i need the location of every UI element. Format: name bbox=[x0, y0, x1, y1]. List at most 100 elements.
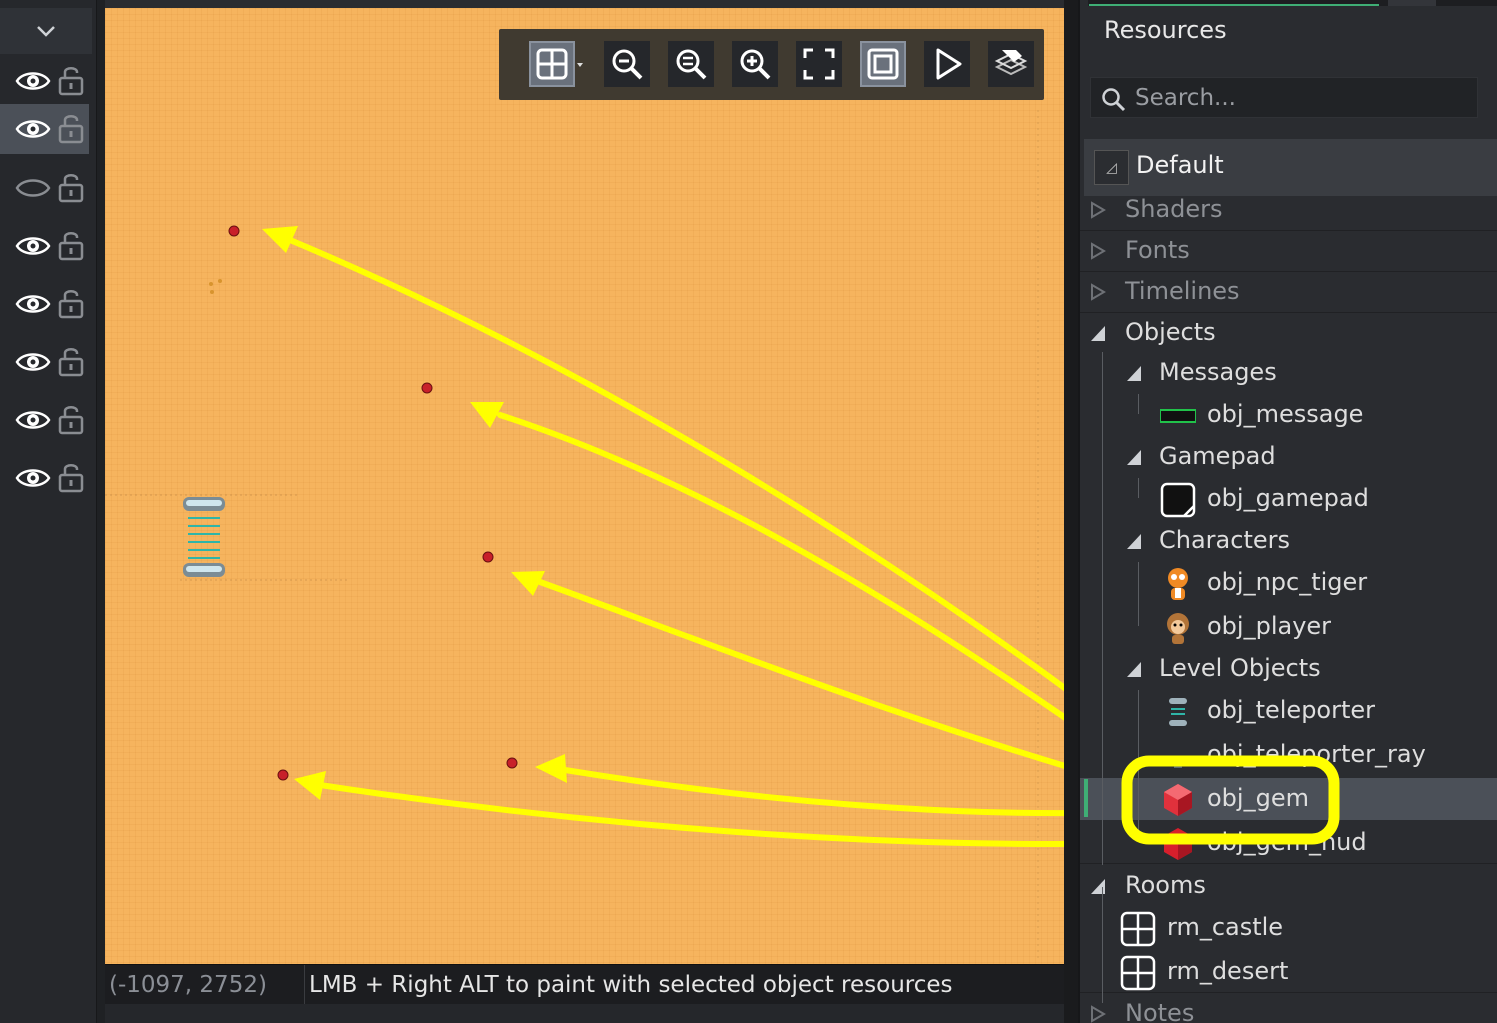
tree-group-objects[interactable]: Objects bbox=[1080, 312, 1497, 354]
panel-tabs bbox=[1088, 0, 1497, 6]
fit-view-icon bbox=[803, 48, 835, 80]
default-group-icon: ◿ bbox=[1094, 150, 1129, 185]
layer-row[interactable] bbox=[0, 337, 89, 387]
grid-icon bbox=[536, 48, 568, 80]
layer-tool-icon bbox=[994, 50, 1028, 76]
zoom-reset-button[interactable] bbox=[668, 41, 714, 87]
collapsed-arrow-icon[interactable] bbox=[1090, 283, 1106, 301]
panel-tab[interactable] bbox=[1089, 0, 1379, 6]
horizontal-scrollbar[interactable] bbox=[105, 1004, 1064, 1023]
tree-item-obj-message[interactable]: obj_message bbox=[1080, 394, 1497, 436]
room-icon bbox=[1120, 955, 1156, 991]
layer-row[interactable] bbox=[0, 163, 89, 213]
layer-row[interactable] bbox=[0, 104, 89, 154]
room-toolbar bbox=[499, 29, 1044, 100]
eye-icon[interactable] bbox=[15, 465, 51, 491]
layers-panel bbox=[0, 0, 97, 1023]
tree-item-rm-castle[interactable]: rm_castle bbox=[1080, 907, 1497, 949]
layer-tool-button[interactable] bbox=[988, 41, 1034, 87]
tree-folder-level-objects[interactable]: Level Objects bbox=[1080, 648, 1497, 690]
player-icon bbox=[1160, 610, 1196, 646]
resources-title: Resources bbox=[1104, 16, 1227, 44]
zoom-in-icon bbox=[740, 49, 771, 80]
layers-collapse-button[interactable] bbox=[0, 8, 92, 54]
eye-icon[interactable] bbox=[15, 349, 51, 375]
vertical-scrollbar[interactable] bbox=[1064, 0, 1078, 1023]
unlock-icon[interactable] bbox=[58, 112, 84, 144]
unlock-icon[interactable] bbox=[58, 171, 84, 203]
tree-label: obj_teleporter bbox=[1207, 696, 1376, 724]
tree-guide-line bbox=[1102, 887, 1103, 1003]
layer-row[interactable] bbox=[0, 395, 89, 445]
tree-label: Rooms bbox=[1125, 871, 1206, 899]
frame-button[interactable] bbox=[860, 41, 906, 87]
tree-group-shaders[interactable]: Shaders bbox=[1080, 189, 1497, 231]
unlock-icon[interactable] bbox=[58, 64, 84, 96]
tree-item-obj-teleporter[interactable]: obj_teleporter bbox=[1080, 690, 1497, 732]
search-input[interactable] bbox=[1135, 78, 1465, 117]
expanded-arrow-icon[interactable] bbox=[1090, 877, 1106, 895]
zoom-in-button[interactable] bbox=[732, 41, 778, 87]
selection-marker bbox=[1084, 779, 1088, 817]
expanded-arrow-icon[interactable] bbox=[1126, 660, 1142, 678]
search-icon bbox=[1102, 88, 1126, 112]
eye-icon[interactable] bbox=[15, 116, 51, 142]
layer-row[interactable] bbox=[0, 279, 89, 329]
tree-label: Fonts bbox=[1125, 236, 1190, 264]
tree-item-obj-gamepad[interactable]: obj_gamepad bbox=[1080, 478, 1497, 520]
tree-group-rooms[interactable]: Rooms bbox=[1080, 865, 1497, 907]
tree-folder-gamepad[interactable]: Gamepad bbox=[1080, 436, 1497, 478]
resources-search[interactable] bbox=[1090, 77, 1478, 118]
status-hint: LMB + Right ALT to paint with selected o… bbox=[309, 972, 953, 998]
panel-tab[interactable] bbox=[1388, 0, 1436, 6]
eye-icon[interactable] bbox=[15, 407, 51, 433]
unlock-icon[interactable] bbox=[58, 403, 84, 435]
tree-guide-line bbox=[1138, 562, 1139, 626]
grid-toggle-button[interactable] bbox=[529, 41, 575, 87]
tree-label: obj_gem_hud bbox=[1207, 828, 1367, 856]
fit-view-button[interactable] bbox=[796, 41, 842, 87]
eye-closed-icon[interactable] bbox=[15, 175, 51, 201]
tree-item-rm-desert[interactable]: rm_desert bbox=[1080, 951, 1497, 993]
layer-row[interactable] bbox=[0, 453, 89, 503]
expanded-arrow-icon[interactable] bbox=[1126, 364, 1142, 382]
collapsed-arrow-icon[interactable] bbox=[1090, 242, 1106, 260]
tree-label: Shaders bbox=[1125, 195, 1223, 223]
eye-icon[interactable] bbox=[15, 291, 51, 317]
tree-group-fonts[interactable]: Fonts bbox=[1080, 230, 1497, 272]
tree-item-obj-gem[interactable]: obj_gem bbox=[1080, 778, 1497, 820]
expanded-arrow-icon[interactable] bbox=[1126, 532, 1142, 550]
tree-label: Gamepad bbox=[1159, 442, 1276, 470]
tree-item-obj-npc-tiger[interactable]: obj_npc_tiger bbox=[1080, 562, 1497, 604]
unlock-icon[interactable] bbox=[58, 287, 84, 319]
eye-icon[interactable] bbox=[15, 233, 51, 259]
unlock-icon[interactable] bbox=[58, 229, 84, 261]
gem-icon bbox=[1160, 782, 1196, 818]
zoom-out-button[interactable] bbox=[604, 41, 650, 87]
tree-item-obj-teleporter-ray[interactable]: obj_teleporter_ray bbox=[1080, 734, 1497, 776]
tree-item-obj-gem-hud[interactable]: obj_gem_hud bbox=[1080, 822, 1497, 864]
layer-row[interactable] bbox=[0, 56, 89, 106]
tree-folder-messages[interactable]: Messages bbox=[1080, 352, 1497, 394]
unlock-icon[interactable] bbox=[58, 461, 84, 493]
tree-group-timelines[interactable]: Timelines bbox=[1080, 271, 1497, 313]
room-icon bbox=[1120, 911, 1156, 947]
collapsed-arrow-icon[interactable] bbox=[1090, 1005, 1106, 1023]
unlock-icon[interactable] bbox=[58, 345, 84, 377]
eye-icon[interactable] bbox=[15, 68, 51, 94]
tree-group-notes[interactable]: Notes bbox=[1080, 993, 1497, 1023]
play-button[interactable] bbox=[924, 41, 970, 87]
collapsed-arrow-icon[interactable] bbox=[1090, 201, 1106, 219]
room-canvas[interactable] bbox=[105, 8, 1064, 964]
canvas-top-strip bbox=[105, 0, 1064, 8]
tree-folder-characters[interactable]: Characters bbox=[1080, 520, 1497, 562]
dropdown-arrow-icon[interactable] bbox=[577, 62, 583, 68]
layer-row[interactable] bbox=[0, 221, 89, 271]
tree-label: obj_npc_tiger bbox=[1207, 568, 1368, 596]
expanded-arrow-icon[interactable] bbox=[1126, 448, 1142, 466]
tree-label: Level Objects bbox=[1159, 654, 1321, 682]
tree-item-obj-player[interactable]: obj_player bbox=[1080, 606, 1497, 648]
gamepad-icon bbox=[1160, 482, 1196, 518]
default-group[interactable]: ◿ Default bbox=[1084, 139, 1497, 196]
expanded-arrow-icon[interactable] bbox=[1090, 324, 1106, 342]
